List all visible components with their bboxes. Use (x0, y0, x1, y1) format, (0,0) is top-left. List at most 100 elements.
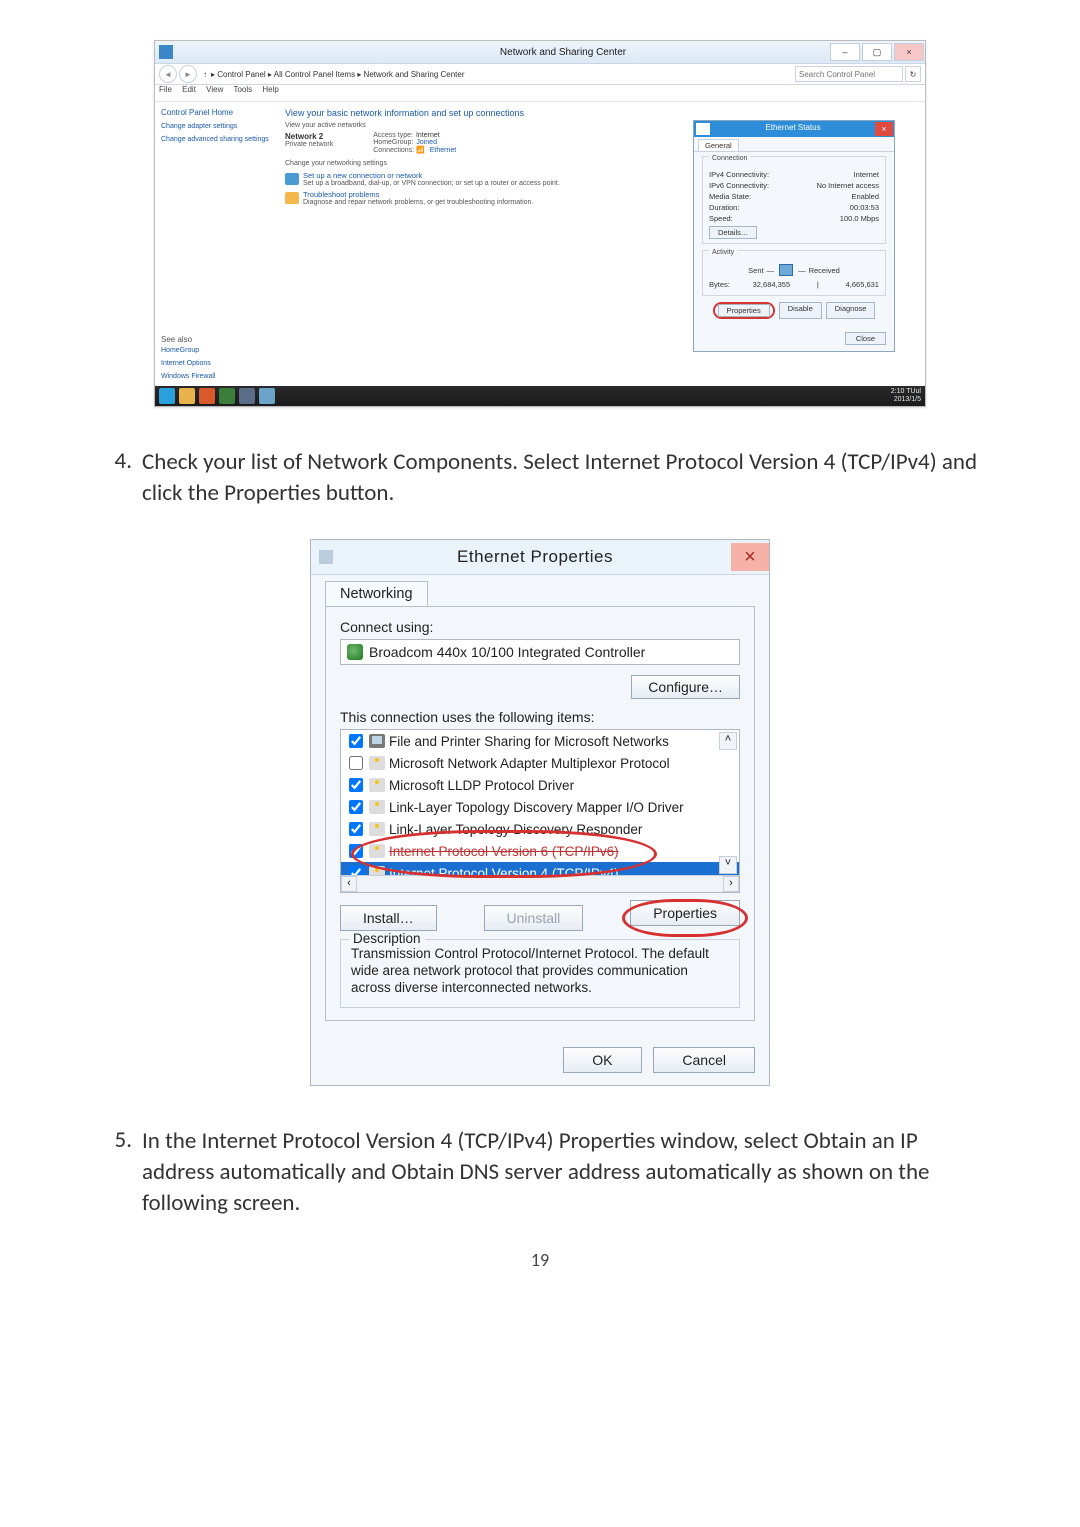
step-text: Check your list of Network Components. S… (142, 447, 990, 509)
protocol-icon (369, 800, 385, 814)
bytes-sent-value: 32,684,355 (753, 280, 791, 289)
install-button[interactable]: Install… (340, 905, 437, 931)
menu-bar: File Edit View Tools Help (155, 85, 925, 102)
system-clock[interactable]: 2:10 TUul 2013/1/5 (891, 388, 921, 404)
cancel-button[interactable]: Cancel (653, 1047, 755, 1073)
bytes-label: Bytes: (709, 280, 730, 289)
component-label: Link-Layer Topology Discovery Responder (389, 822, 642, 837)
ipv4-connectivity-label: IPv4 Connectivity: (709, 170, 769, 179)
protocol-icon (369, 778, 385, 792)
ethernet-properties-button[interactable]: Properties (718, 304, 770, 317)
ipv6-connectivity-label: IPv6 Connectivity: (709, 181, 769, 190)
component-checkbox[interactable] (349, 800, 363, 814)
app-icon-2[interactable] (219, 388, 235, 404)
access-type-value: Internet (416, 132, 440, 139)
back-button[interactable]: ◄ (159, 65, 177, 83)
list-item[interactable]: File and Printer Sharing for Microsoft N… (341, 730, 739, 752)
page-number: 19 (90, 1249, 990, 1271)
component-checkbox[interactable] (349, 822, 363, 836)
component-buttons: Install… Uninstall Properties (340, 905, 740, 931)
list-item[interactable]: Link-Layer Topology Discovery Mapper I/O… (341, 796, 739, 818)
ethernet-status-dialog: Ethernet Status × General Connection IPv… (693, 120, 895, 352)
close-dialog-button[interactable]: Close (845, 332, 886, 345)
uninstall-button[interactable]: Uninstall (484, 905, 584, 931)
component-label: Internet Protocol Version 6 (TCP/IPv6) (389, 844, 619, 859)
ie-icon[interactable] (159, 388, 175, 404)
menu-help[interactable]: Help (262, 85, 278, 94)
change-adapter-settings-link[interactable]: Change adapter settings (161, 123, 271, 130)
explorer-icon[interactable] (179, 388, 195, 404)
properties-close-button[interactable]: × (731, 543, 769, 571)
forward-button[interactable]: ► (179, 65, 197, 83)
breadcrumb[interactable]: ▸ Control Panel ▸ All Control Panel Item… (211, 70, 465, 79)
speed-value: 100.0 Mbps (840, 214, 879, 223)
control-panel-home-link[interactable]: Control Panel Home (161, 108, 271, 117)
search-input[interactable] (795, 66, 903, 82)
tab-networking[interactable]: Networking (325, 581, 428, 606)
network-name: Network 2 (285, 132, 333, 141)
component-checkbox[interactable] (349, 844, 363, 858)
list-item[interactable]: Microsoft Network Adapter Multiplexor Pr… (341, 752, 739, 774)
items-label: This connection uses the following items… (340, 699, 740, 725)
address-bar: ◄ ► ↑ ▸ Control Panel ▸ All Control Pane… (155, 64, 925, 85)
close-button[interactable]: × (894, 43, 924, 61)
app-icon-1[interactable] (199, 388, 215, 404)
refresh-button[interactable]: ↻ (905, 66, 921, 82)
scroll-left-button[interactable]: ‹ (341, 876, 357, 892)
app-icon-3[interactable] (259, 388, 275, 404)
protocol-icon (369, 756, 385, 770)
see-also-windows-firewall[interactable]: Windows Firewall (161, 373, 215, 380)
maximize-button[interactable]: ▢ (862, 43, 892, 61)
see-also-internet-options[interactable]: Internet Options (161, 360, 215, 367)
component-checkbox[interactable] (349, 756, 363, 770)
homegroup-value[interactable]: Joined (416, 139, 437, 146)
globe-icon (285, 173, 299, 185)
see-also-homegroup[interactable]: HomeGroup (161, 347, 215, 354)
connect-using-label: Connect using: (340, 619, 740, 635)
minimize-button[interactable]: – (830, 43, 860, 61)
ok-button[interactable]: OK (563, 1047, 641, 1073)
menu-tools[interactable]: Tools (233, 85, 252, 94)
activity-group: Activity Sent — — Received Bytes:32,684,… (702, 250, 886, 296)
tab-general[interactable]: General (698, 139, 739, 151)
setup-new-connection-desc: Set up a broadband, dial-up, or VPN conn… (303, 180, 560, 187)
bytes-received-value: 4,665,631 (846, 280, 879, 289)
details-button[interactable]: Details… (709, 226, 757, 239)
step-5: 5. In the Internet Protocol Version 4 (T… (90, 1126, 990, 1219)
list-item-ipv6[interactable]: Internet Protocol Version 6 (TCP/IPv6) (341, 840, 739, 862)
settings-icon[interactable] (239, 388, 255, 404)
component-checkbox[interactable] (349, 734, 363, 748)
component-properties-button[interactable]: Properties (630, 900, 740, 926)
list-item[interactable]: Link-Layer Topology Discovery Responder (341, 818, 739, 840)
component-label: Link-Layer Topology Discovery Mapper I/O… (389, 800, 684, 815)
horizontal-scrollbar[interactable]: ‹ › (341, 875, 739, 892)
list-item[interactable]: Microsoft LLDP Protocol Driver (341, 774, 739, 796)
change-advanced-sharing-link[interactable]: Change advanced sharing settings (161, 136, 271, 143)
step-number: 4. (90, 447, 142, 509)
scroll-right-button[interactable]: › (723, 876, 739, 892)
network-icon (696, 123, 710, 135)
received-label: Received (809, 266, 840, 275)
component-checkbox[interactable] (349, 778, 363, 792)
page-title: View your basic network information and … (285, 108, 917, 118)
scroll-down-button[interactable]: ˅ (719, 856, 737, 874)
scroll-up-button[interactable]: ˄ (719, 732, 737, 750)
component-label: Microsoft Network Adapter Multiplexor Pr… (389, 756, 670, 771)
menu-edit[interactable]: Edit (182, 85, 196, 94)
properties-title: Ethernet Properties (339, 547, 731, 567)
protocol-icon (369, 844, 385, 858)
configure-button[interactable]: Configure… (631, 675, 740, 699)
adapter-name: Broadcom 440x 10/100 Integrated Controll… (369, 644, 645, 660)
adapter-field[interactable]: Broadcom 440x 10/100 Integrated Controll… (340, 639, 740, 665)
taskbar: 2:10 TUul 2013/1/5 (155, 386, 925, 406)
disable-button[interactable]: Disable (779, 302, 822, 319)
component-label: File and Printer Sharing for Microsoft N… (389, 734, 669, 749)
protocol-icon (369, 822, 385, 836)
troubleshoot-icon (285, 192, 299, 204)
ethernet-properties-screenshot: Ethernet Properties × Networking Connect… (310, 539, 770, 1086)
connections-value[interactable]: Ethernet (430, 147, 456, 154)
diagnose-button[interactable]: Diagnose (826, 302, 876, 319)
menu-view[interactable]: View (206, 85, 223, 94)
dialog-close-button[interactable]: × (875, 122, 893, 136)
menu-file[interactable]: File (159, 85, 172, 94)
